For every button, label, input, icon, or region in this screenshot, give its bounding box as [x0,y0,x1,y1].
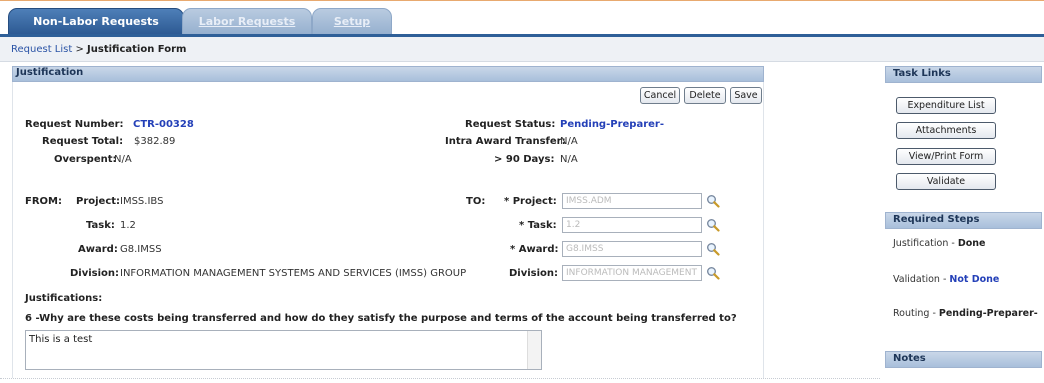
step-validation: Validation - Not Done [893,274,999,285]
project-lookup-icon[interactable] [706,194,720,208]
to-award-input[interactable]: G8.IMSS [562,241,702,257]
step-justification-name: Justification [893,238,949,249]
from-project-value: IMSS.IBS [120,196,164,207]
tab-non-labor-requests[interactable]: Non-Labor Requests [8,8,184,35]
justification-header [12,66,764,82]
view-print-form-button[interactable]: View/Print Form [896,148,996,165]
expenditure-list-button[interactable]: Expenditure List [896,97,996,114]
request-number-value[interactable]: CTR-00328 [133,119,194,130]
request-status-value: Pending-Preparer- [560,119,664,130]
to-division-label: Division: [509,268,559,279]
step-routing-name: Routing [893,308,930,319]
notes-title: Notes [893,353,926,364]
to-project-input[interactable]: IMSS.ADM [562,193,702,209]
step-routing: Routing - Pending-Preparer- [893,308,1038,319]
overspent-value: N/A [114,154,132,165]
intra-award-transfer-label: Intra Award Transfer: [445,136,566,147]
overspent-label: Overspent: [54,154,117,165]
from-award-value: G8.IMSS [120,244,162,255]
from-division-value: INFORMATION MANAGEMENT SYSTEMS AND SERVI… [120,268,467,279]
delete-button[interactable]: Delete [684,87,726,104]
step-routing-status: Pending-Preparer- [938,308,1038,319]
justification-answer-textarea[interactable]: This is a test [25,330,542,370]
from-project-label: Project: [76,196,121,207]
from-award-label: Award: [78,244,118,255]
breadcrumb: Request List > Justification Form [11,44,186,55]
over-90-days-value: N/A [560,154,578,165]
tab-labor-requests[interactable]: Labor Requests [182,8,312,35]
breadcrumb-current: Justification Form [87,44,187,55]
to-task-label: * Task: [519,220,557,231]
breadcrumb-request-list-link[interactable]: Request List [11,44,72,55]
from-label: FROM: [25,196,62,207]
justification-title: Justification [16,67,84,78]
from-task-value: 1.2 [120,220,136,231]
intra-award-transfer-value: N/A [560,136,578,147]
from-task-label: Task: [86,220,115,231]
step-justification: Justification - Done [893,238,985,249]
textarea-scrollbar[interactable] [527,331,541,369]
save-button[interactable]: Save [730,87,762,104]
justifications-label: Justifications: [25,293,103,304]
request-total-value: $382.89 [134,136,176,147]
step-validation-status: Not Done [949,274,1000,285]
step-validation-name: Validation [893,274,940,285]
step-validation-sep: - [939,274,950,285]
tab-setup[interactable]: Setup [312,8,392,35]
breadcrumb-separator: > [72,44,88,55]
justification-question: 6 -Why are these costs being transferred… [25,313,737,324]
award-lookup-icon[interactable] [706,242,720,256]
division-lookup-icon[interactable] [706,266,720,280]
step-justification-sep: - [948,238,958,249]
validate-button[interactable]: Validate [896,173,996,190]
bottom-divider [0,378,880,379]
from-division-label: Division: [70,268,120,279]
cancel-button[interactable]: Cancel [640,87,680,104]
attachments-button[interactable]: Attachments [896,122,996,139]
tab-setup-label: Setup [333,15,371,28]
to-award-label: * Award: [510,244,559,255]
to-division-input[interactable]: INFORMATION MANAGEMENT [562,265,702,281]
tab-labor-requests-label: Labor Requests [198,15,296,28]
request-status-label: Request Status: [465,119,556,130]
step-routing-sep: - [929,308,939,319]
to-label: TO: [466,196,486,207]
task-links-title: Task Links [893,68,951,79]
to-task-input[interactable]: 1.2 [562,217,702,233]
required-steps-title: Required Steps [893,214,980,225]
task-lookup-icon[interactable] [706,218,720,232]
request-number-label: Request Number: [25,119,124,130]
step-justification-status: Done [957,238,986,249]
to-project-label: * Project: [504,196,557,207]
request-total-label: Request Total: [42,136,124,147]
over-90-days-label: > 90 Days: [494,154,555,165]
